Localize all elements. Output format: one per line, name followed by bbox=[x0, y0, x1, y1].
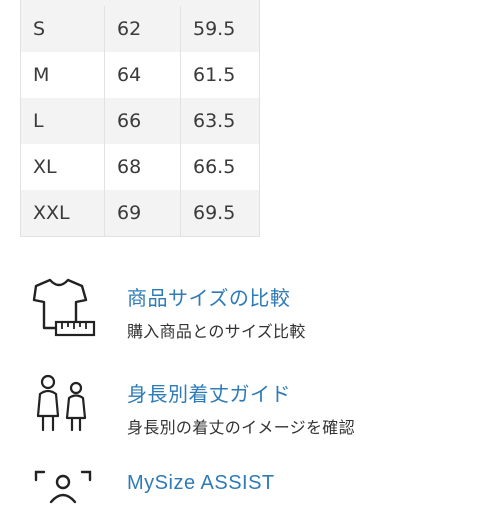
measure-cell: 66.5 bbox=[193, 156, 236, 178]
body-scan-icon bbox=[30, 468, 96, 530]
measure-cell: 61.5 bbox=[193, 64, 236, 86]
mysize-assist-link[interactable]: MySize ASSIST bbox=[0, 462, 498, 504]
size-table: S 62 59.5 M 64 61.5 L 66 63.5 XL 68 66.5… bbox=[20, 0, 260, 237]
measure-cell: 62 bbox=[105, 6, 181, 52]
length-guide-description: 身長別の着丈のイメージを確認 bbox=[127, 420, 355, 437]
measure-cell: 68 bbox=[105, 144, 181, 190]
size-cell: XXL bbox=[21, 190, 105, 236]
measure-cell: 69.5 bbox=[193, 202, 236, 224]
size-compare-link[interactable]: 商品サイズの比較 購入商品とのサイズ比較 bbox=[0, 272, 498, 344]
length-guide-title[interactable]: 身長別着丈ガイド bbox=[127, 378, 291, 407]
length-guide-link[interactable]: 身長別着丈ガイド 身長別の着丈のイメージを確認 bbox=[0, 368, 498, 440]
measure-cell: 59.5 bbox=[193, 18, 236, 40]
table-row: M 64 61.5 bbox=[21, 52, 259, 98]
size-compare-title[interactable]: 商品サイズの比較 bbox=[127, 282, 290, 311]
size-compare-description: 購入商品とのサイズ比較 bbox=[127, 324, 306, 341]
table-row: XL 68 66.5 bbox=[21, 144, 259, 190]
measure-cell: 63.5 bbox=[193, 110, 236, 132]
measure-cell: 69 bbox=[105, 190, 181, 236]
table-row: XXL 69 69.5 bbox=[21, 190, 259, 236]
tshirt-measure-icon bbox=[30, 278, 96, 340]
size-cell: XL bbox=[21, 144, 105, 190]
measure-cell: 64 bbox=[105, 52, 181, 98]
size-cell: S bbox=[21, 6, 105, 52]
measure-cell: 66 bbox=[105, 98, 181, 144]
size-cell: M bbox=[21, 52, 105, 98]
table-row: L 66 63.5 bbox=[21, 98, 259, 144]
people-height-icon bbox=[30, 372, 96, 434]
size-cell: L bbox=[21, 98, 105, 144]
table-row: S 62 59.5 bbox=[21, 0, 259, 52]
mysize-assist-title[interactable]: MySize ASSIST bbox=[127, 472, 275, 495]
